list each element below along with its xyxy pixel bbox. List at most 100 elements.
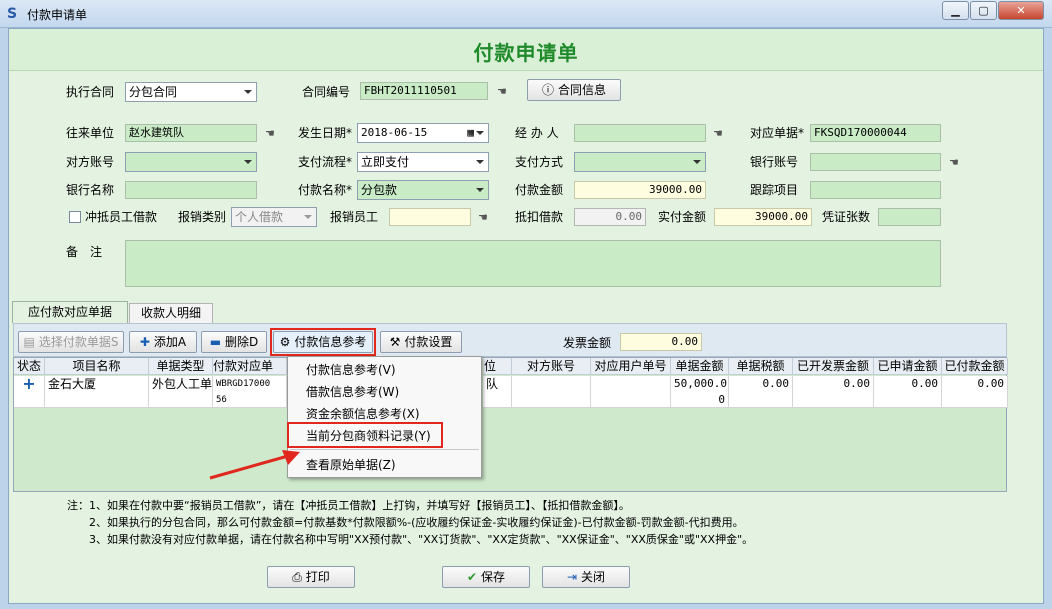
tab-payee-details[interactable]: 收款人明细 bbox=[129, 303, 213, 323]
col-status[interactable]: 状态 bbox=[14, 358, 45, 375]
payment-settings-button[interactable]: ⚒ 付款设置 bbox=[380, 331, 462, 353]
menu-item-payment-ref[interactable]: 付款信息参考(V) bbox=[306, 362, 396, 378]
hand-pointer-icon[interactable]: ☚ bbox=[949, 157, 965, 169]
handler-label: 经 办 人 bbox=[515, 126, 559, 140]
close-window-button[interactable]: ✕ bbox=[998, 1, 1044, 20]
cell-project[interactable]: 金石大厦 bbox=[45, 376, 149, 408]
checkmark-icon: ✔ bbox=[466, 570, 478, 584]
close-button[interactable]: ⇥ 关闭 bbox=[542, 566, 630, 588]
doc-label: 对应单据* bbox=[750, 126, 805, 140]
print-button[interactable]: ⎙ 打印 bbox=[267, 566, 355, 588]
plus-icon: ✚ bbox=[139, 335, 150, 349]
hand-pointer-icon[interactable]: ☚ bbox=[478, 212, 494, 224]
window-title: 付款申请单 bbox=[27, 8, 88, 22]
amount-field[interactable]: 39000.00 bbox=[574, 181, 706, 199]
handler-field[interactable] bbox=[574, 124, 706, 142]
deduct-field[interactable]: 0.00 bbox=[574, 208, 646, 226]
exit-door-icon: ⇥ bbox=[566, 570, 578, 584]
highlight-box bbox=[270, 328, 376, 356]
hand-pointer-icon[interactable]: ☚ bbox=[497, 86, 513, 98]
col-applied[interactable]: 已申请金额 bbox=[874, 358, 942, 375]
note-line: 2、如果执行的分包合同，那么可付款金额=付款基数*付款限额%-(应收履约保证金-… bbox=[67, 516, 744, 529]
invoice-label: 发票金额 bbox=[563, 336, 612, 350]
flow-select[interactable]: 立即支付 bbox=[357, 152, 489, 172]
cell-account[interactable] bbox=[512, 376, 591, 408]
paymethod-select[interactable] bbox=[574, 152, 706, 172]
bankacct-label: 银行账号 bbox=[750, 155, 799, 169]
date-label: 发生日期* bbox=[298, 126, 353, 140]
reimb-emp-field[interactable] bbox=[389, 208, 471, 226]
paymethod-label: 支付方式 bbox=[515, 155, 564, 169]
col-project[interactable]: 项目名称 bbox=[45, 358, 149, 375]
exec-contract-label: 执行合同 bbox=[66, 85, 115, 99]
col-docno[interactable]: 付款对应单 bbox=[213, 358, 287, 375]
payment-ref-menu: 付款信息参考(V) 借款信息参考(W) 资金余额信息参考(X) 当前分包商领料记… bbox=[287, 356, 482, 478]
cell-docno[interactable]: WBRGD17000 56 bbox=[213, 376, 287, 408]
contract-info-button[interactable]: ⓘ 合同信息 bbox=[527, 79, 621, 101]
payname-label: 付款名称* bbox=[298, 183, 353, 197]
hand-pointer-icon[interactable]: ☚ bbox=[265, 128, 281, 140]
menu-item-balance-ref[interactable]: 资金余额信息参考(X) bbox=[306, 406, 420, 422]
payname-select[interactable]: 分包款 bbox=[357, 180, 489, 200]
cell-applied[interactable]: 0.00 bbox=[874, 376, 942, 408]
minus-icon: ▬ bbox=[209, 335, 222, 349]
exec-contract-select[interactable]: 分包合同 bbox=[125, 82, 257, 102]
cell-doctype[interactable]: 外包人工单 bbox=[149, 376, 213, 408]
app-logo-icon: S bbox=[7, 6, 18, 22]
col-invoiced[interactable]: 已开发票金额 bbox=[793, 358, 874, 375]
bankname-field[interactable] bbox=[125, 181, 257, 199]
account-select[interactable] bbox=[125, 152, 257, 172]
contract-no-field[interactable]: FBHT2011110501 bbox=[360, 82, 488, 100]
col-unit[interactable]: 位 bbox=[483, 358, 512, 375]
select-doc-button[interactable]: ▤ 选择付款单据S bbox=[18, 331, 124, 353]
voucher-label: 凭证张数 bbox=[822, 210, 871, 224]
remark-label: 备 注 bbox=[66, 245, 103, 259]
col-account[interactable]: 对方账号 bbox=[512, 358, 591, 375]
offset-label: 冲抵员工借款 bbox=[85, 210, 158, 224]
add-button[interactable]: ✚ 添加A bbox=[129, 331, 197, 353]
menu-item-loan-ref[interactable]: 借款信息参考(W) bbox=[306, 384, 399, 400]
notes-section: 注：1、如果在付款中要“报销员工借款”，请在【冲抵员工借款】上打钩，并填写好【报… bbox=[13, 497, 1007, 563]
col-userno[interactable]: 对应用户单号 bbox=[591, 358, 671, 375]
deduct-label: 抵扣借款 bbox=[515, 210, 564, 224]
tab-payable-docs[interactable]: 应付款对应单据 bbox=[12, 301, 128, 323]
doc-field[interactable]: FKSQD170000044 bbox=[810, 124, 941, 142]
maximize-button[interactable]: ▢ bbox=[970, 1, 997, 20]
reimb-type-select[interactable]: 个人借款 bbox=[231, 207, 317, 227]
reimb-emp-label: 报销员工 bbox=[330, 210, 379, 224]
invoice-field[interactable]: 0.00 bbox=[620, 333, 702, 351]
hand-pointer-icon[interactable]: ☚ bbox=[713, 128, 729, 140]
track-field[interactable] bbox=[810, 181, 941, 199]
menu-separator bbox=[290, 449, 479, 450]
offset-checkbox[interactable] bbox=[69, 211, 81, 223]
cell-invoiced[interactable]: 0.00 bbox=[793, 376, 874, 408]
cell-unit[interactable]: 队 bbox=[483, 376, 512, 408]
info-icon: ⓘ bbox=[541, 83, 554, 97]
bankacct-field[interactable] bbox=[810, 153, 941, 171]
col-doctype[interactable]: 单据类型 bbox=[149, 358, 213, 375]
col-amount[interactable]: 单据金额 bbox=[671, 358, 729, 375]
flow-label: 支付流程* bbox=[298, 155, 353, 169]
cell-tax[interactable]: 0.00 bbox=[729, 376, 793, 408]
delete-button[interactable]: ▬ 删除D bbox=[201, 331, 267, 353]
remark-textarea[interactable] bbox=[125, 240, 941, 287]
minimize-button[interactable]: ▁ bbox=[942, 1, 969, 20]
counterparty-field[interactable]: 赵水建筑队 bbox=[125, 124, 257, 142]
row-expand-icon[interactable]: + bbox=[14, 376, 45, 408]
cell-paid[interactable]: 0.00 bbox=[942, 376, 1008, 408]
actual-label: 实付金额 bbox=[658, 210, 707, 224]
col-tax[interactable]: 单据税额 bbox=[729, 358, 793, 375]
cell-amount[interactable]: 50,000.0 0 bbox=[671, 376, 729, 408]
form-title: 付款申请单 bbox=[473, 41, 579, 65]
save-button[interactable]: ✔ 保存 bbox=[442, 566, 530, 588]
col-paid[interactable]: 已付款金额 bbox=[942, 358, 1008, 375]
calendar-icon[interactable]: ▦ bbox=[467, 124, 474, 142]
reimb-type-label: 报销类别 bbox=[178, 210, 227, 224]
voucher-field[interactable] bbox=[878, 208, 941, 226]
cell-userno[interactable] bbox=[591, 376, 671, 408]
actual-field[interactable]: 39000.00 bbox=[714, 208, 812, 226]
document-icon: ▤ bbox=[23, 335, 35, 349]
date-picker[interactable]: 2018-06-15 ▦ bbox=[357, 123, 489, 143]
payable-grid[interactable]: 状态 项目名称 单据类型 付款对应单 位 对方账号 对应用户单号 单据金额 单据… bbox=[13, 357, 1008, 492]
menu-item-view-original[interactable]: 查看原始单据(Z) bbox=[306, 457, 396, 473]
